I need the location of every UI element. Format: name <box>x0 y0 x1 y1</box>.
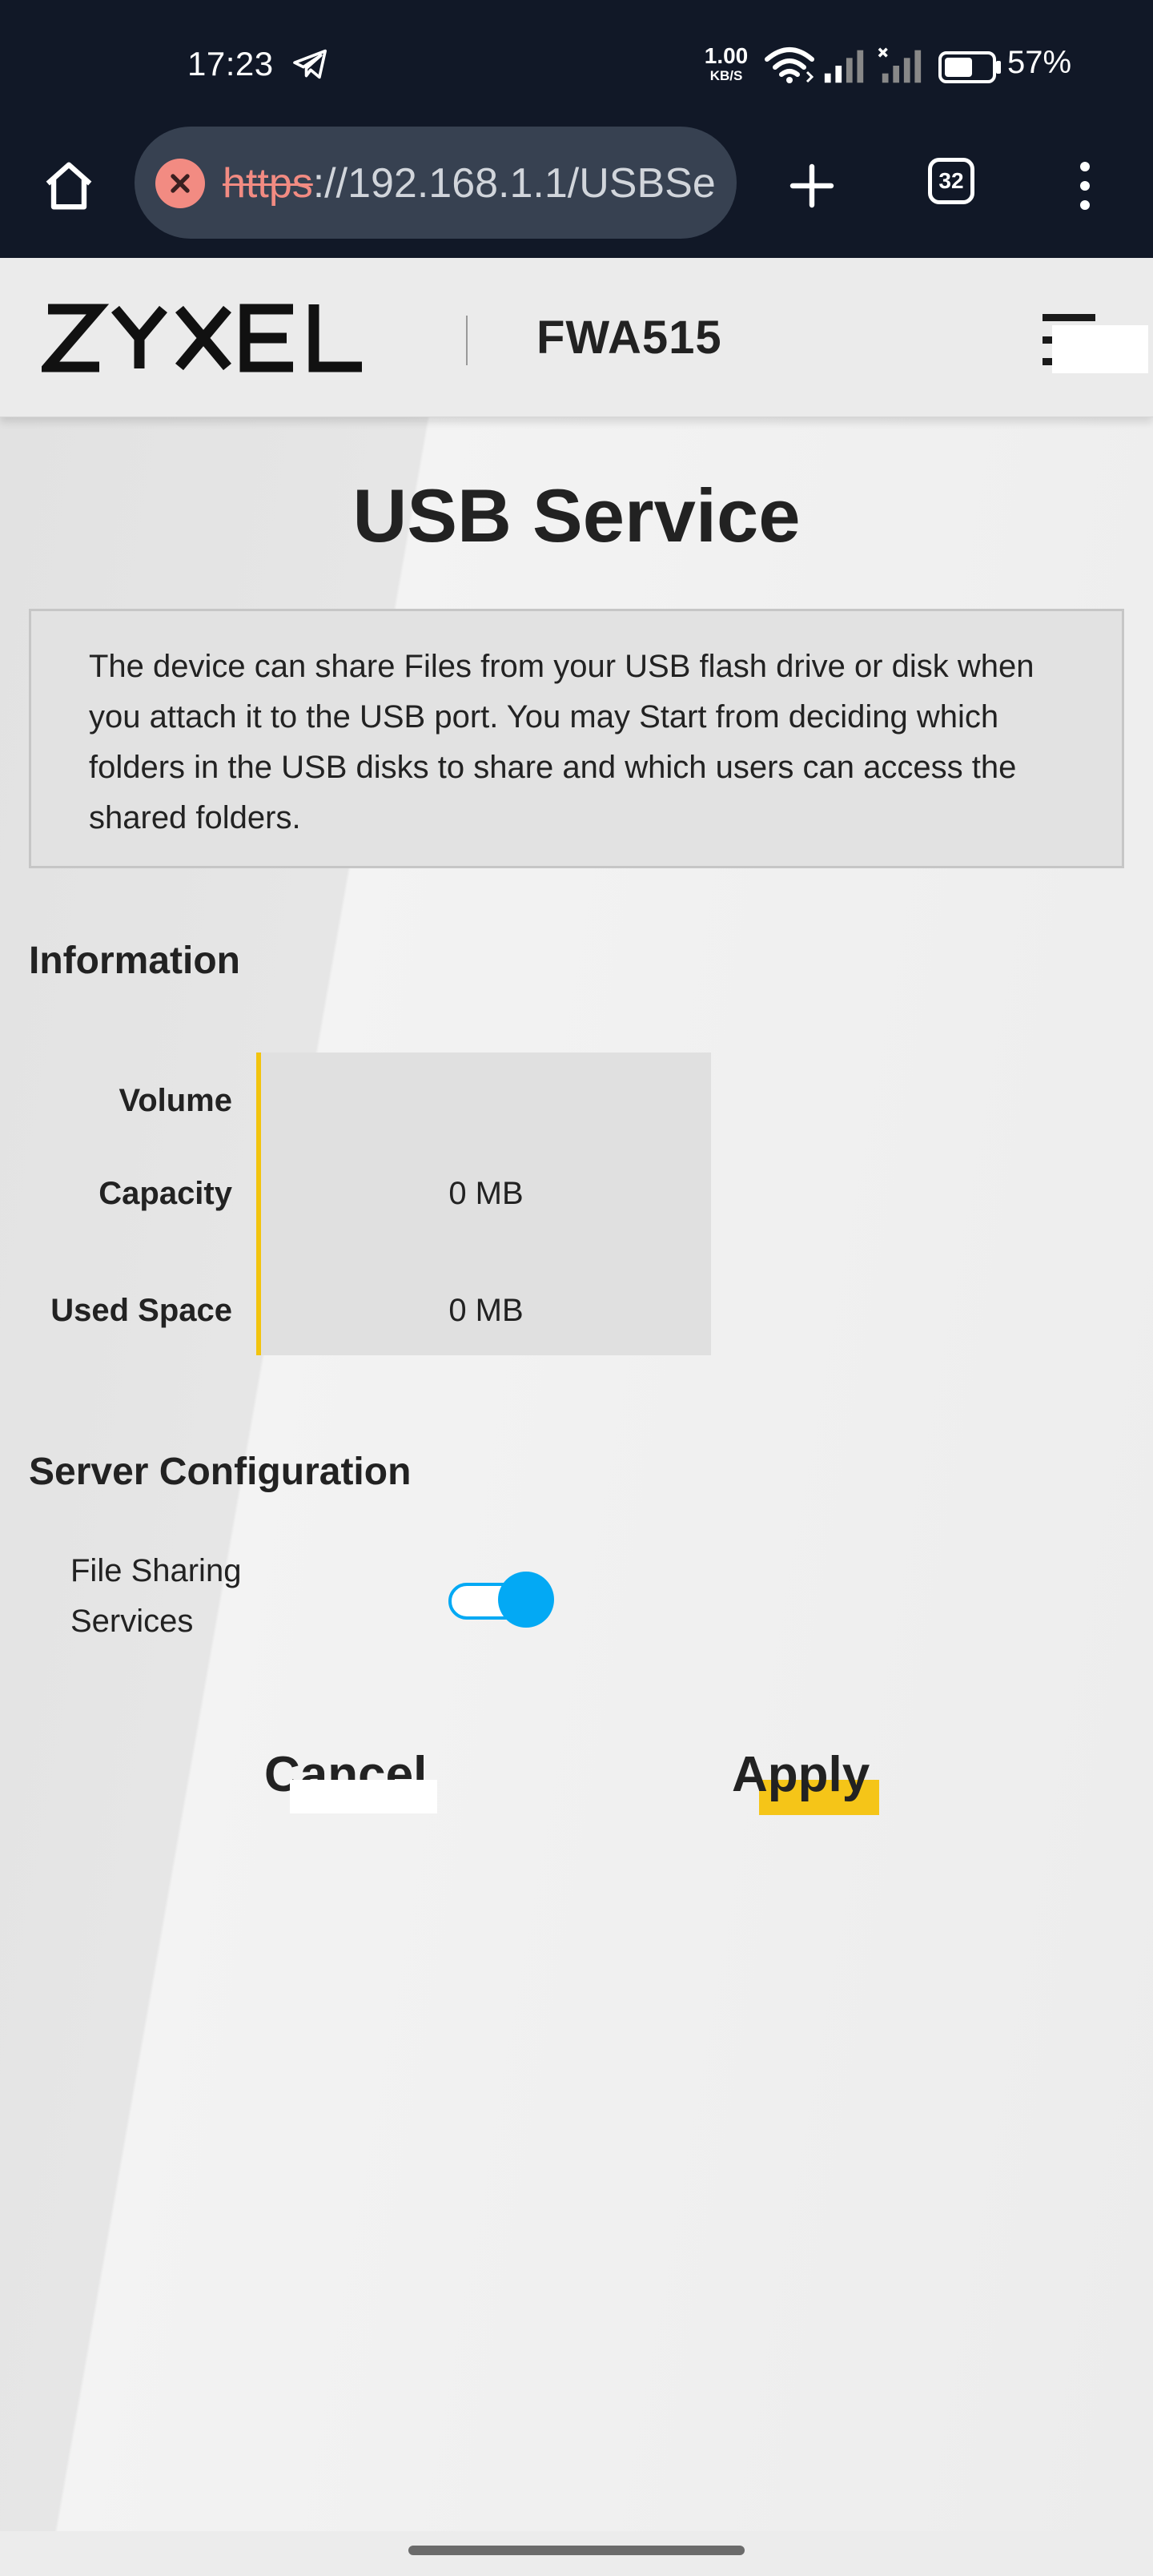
more-dot-icon <box>1080 162 1090 171</box>
file-sharing-label: File Sharing Services <box>70 1553 242 1639</box>
status-bar: 17:23 1.00 KB/S 57% <box>0 0 1153 120</box>
capacity-value: 0 MB <box>448 1176 524 1211</box>
new-tab-button[interactable] <box>778 152 846 219</box>
more-dot-icon <box>1080 200 1090 210</box>
description-box: The device can share Files from your USB… <box>29 609 1124 868</box>
description-text: The device can share Files from your USB… <box>89 649 1034 835</box>
tab-switcher-button[interactable]: 32 <box>921 151 982 211</box>
header-divider <box>466 316 468 365</box>
capacity-label: Capacity <box>98 1176 232 1211</box>
information-table: Volume Capacity Used Space 0 MB 0 MB <box>0 1053 713 1355</box>
home-button[interactable] <box>35 152 102 219</box>
network-speed-value: 1.00 <box>704 43 749 68</box>
device-model: FWA515 <box>536 312 722 364</box>
url-scheme: https <box>223 160 313 207</box>
plus-icon <box>789 163 834 208</box>
url-path: ://192.168.1.1/USBSe <box>312 160 716 207</box>
telegram-icon <box>293 49 327 79</box>
used-space-value: 0 MB <box>448 1293 524 1328</box>
used-space-label: Used Space <box>50 1293 232 1328</box>
cell-signal-icon <box>824 50 864 83</box>
url-text[interactable]: https://192.168.1.1/USBSe <box>223 159 716 208</box>
more-dot-icon <box>1080 181 1090 191</box>
redaction-patch <box>290 1780 437 1813</box>
home-icon <box>46 162 92 210</box>
gesture-home-indicator[interactable] <box>408 2546 745 2555</box>
battery-percent: 57% <box>1007 45 1072 80</box>
server-configuration-heading: Server Configuration <box>29 1451 412 1493</box>
network-speed-unit: KB/S <box>709 68 743 83</box>
app-header: FWA515 <box>0 258 1153 417</box>
toggle-knob <box>498 1572 554 1628</box>
page-title: USB Service <box>352 473 801 557</box>
wifi-icon <box>765 47 814 83</box>
redaction-patch <box>1052 325 1148 373</box>
file-sharing-toggle[interactable] <box>448 1572 554 1628</box>
address-bar[interactable]: https://192.168.1.1/USBSe <box>135 127 737 239</box>
cell-signal-no-service-icon <box>878 47 922 83</box>
information-heading: Information <box>29 940 240 982</box>
volume-label: Volume <box>119 1083 232 1118</box>
information-values: 0 MB 0 MB <box>256 1053 711 1355</box>
browser-menu-button[interactable] <box>1065 152 1105 219</box>
status-time: 17:23 <box>187 45 274 83</box>
zyxel-logo[interactable] <box>42 298 386 378</box>
apply-button[interactable]: Apply <box>732 1746 870 1803</box>
network-speed: 1.00 KB/S <box>698 45 754 83</box>
tab-count: 32 <box>928 158 974 204</box>
not-secure-icon[interactable] <box>155 159 205 208</box>
battery-icon <box>938 51 1001 83</box>
